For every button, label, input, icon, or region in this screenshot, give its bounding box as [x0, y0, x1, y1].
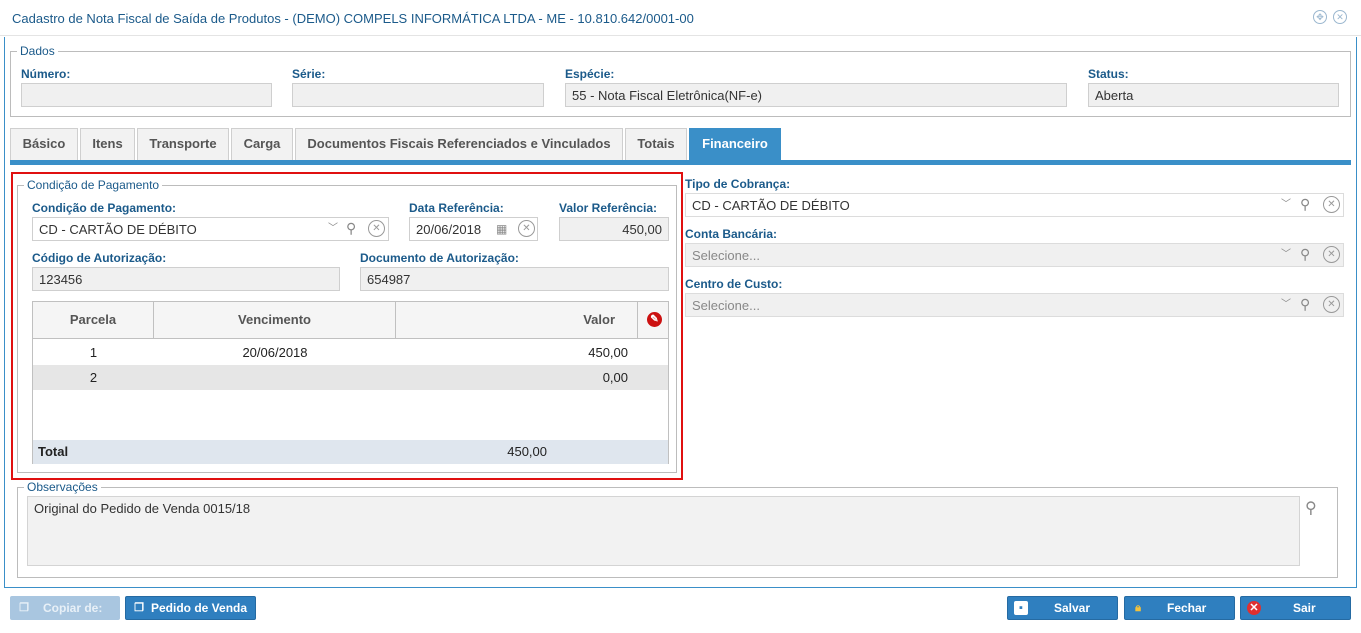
cod-aut-label: Código de Autorização:: [32, 251, 167, 265]
floppy-icon: ▪: [1014, 601, 1028, 615]
tab-itens[interactable]: Itens: [80, 128, 135, 160]
condicao-label: Condição de Pagamento:: [32, 201, 177, 215]
tab-basico[interactable]: Básico: [10, 128, 78, 160]
row-valor: 0,00: [602, 370, 628, 385]
tab-underline: [10, 160, 1351, 165]
close-button[interactable]: 🔒︎ Fechar: [1124, 596, 1235, 620]
tab-totais[interactable]: Totais: [625, 128, 687, 160]
chevron-down-icon[interactable]: ﹀: [1281, 246, 1291, 264]
search-icon[interactable]: ⚲: [346, 219, 356, 237]
exit-button[interactable]: ✕ Sair: [1240, 596, 1351, 620]
numero-field[interactable]: [21, 83, 272, 107]
search-icon[interactable]: ⚲: [1305, 500, 1317, 518]
data-ref-label: Data Referência:: [409, 201, 504, 215]
conta-placeholder: Selecione...: [692, 248, 760, 263]
table-row[interactable]: 2 0,00: [33, 365, 668, 390]
valor-ref-field[interactable]: 450,00: [559, 217, 669, 241]
observacoes-textarea[interactable]: Original do Pedido de Venda 0015/18: [27, 496, 1300, 566]
chevron-down-icon[interactable]: ﹀: [1281, 196, 1291, 214]
search-icon[interactable]: ⚲: [1300, 295, 1310, 313]
edit-col: ✎: [638, 302, 668, 338]
conta-bancaria-select[interactable]: Selecione...: [685, 243, 1344, 267]
doc-aut-field[interactable]: 654987: [360, 267, 669, 291]
chevron-down-icon[interactable]: ﹀: [328, 220, 338, 238]
grid-total-row: Total 450,00: [33, 440, 668, 464]
clear-icon[interactable]: ✕: [1323, 246, 1340, 263]
centro-placeholder: Selecione...: [692, 298, 760, 313]
grid-header: Parcela Vencimento Valor ✎: [33, 302, 668, 339]
table-row[interactable]: 1 20/06/2018 450,00: [33, 340, 668, 365]
document-icon: ❐: [134, 602, 144, 614]
tab-financeiro[interactable]: Financeiro: [689, 128, 781, 160]
close-label: Fechar: [1167, 601, 1207, 615]
col-parcela[interactable]: Parcela: [33, 302, 154, 338]
especie-label: Espécie:: [565, 67, 615, 81]
row-parcela: 2: [89, 370, 98, 385]
row-parcela: 1: [89, 345, 98, 360]
centro-custo-label: Centro de Custo:: [685, 277, 783, 291]
observacoes-legend: Observações: [27, 480, 98, 494]
tipo-cobranca-label: Tipo de Cobrança:: [685, 177, 791, 191]
especie-field[interactable]: 55 - Nota Fiscal Eletrônica(NF-e): [565, 83, 1067, 107]
search-icon[interactable]: ⚲: [1300, 245, 1310, 263]
row-valor: 450,00: [588, 345, 628, 360]
tipo-cobranca-select[interactable]: CD - CARTÃO DE DÉBITO: [685, 193, 1344, 217]
pedido-label: Pedido de Venda: [151, 601, 248, 615]
total-label: Total: [38, 444, 69, 459]
clear-icon[interactable]: ✕: [368, 220, 385, 237]
exit-icon: ✕: [1247, 601, 1261, 615]
save-label: Salvar: [1054, 601, 1091, 615]
cod-aut-field[interactable]: 123456: [32, 267, 340, 291]
status-field[interactable]: Aberta: [1088, 83, 1339, 107]
copiar-label: Copiar de:: [43, 601, 103, 615]
lock-icon: 🔒︎: [1135, 602, 1141, 614]
tab-documentos[interactable]: Documentos Fiscais Referenciados e Vincu…: [295, 128, 623, 160]
move-icon[interactable]: ✥: [1313, 10, 1327, 24]
pedido-venda-button[interactable]: ❐ Pedido de Venda: [125, 596, 256, 620]
clear-date-icon[interactable]: ✕: [518, 220, 535, 237]
tab-carga[interactable]: Carga: [231, 128, 293, 160]
tab-transporte[interactable]: Transporte: [137, 128, 229, 160]
centro-custo-select[interactable]: Selecione...: [685, 293, 1344, 317]
close-icon[interactable]: ✕: [1333, 10, 1347, 24]
clear-icon[interactable]: ✕: [1323, 296, 1340, 313]
window-title: Cadastro de Nota Fiscal de Saída de Prod…: [12, 11, 694, 26]
save-button[interactable]: ▪ Salvar: [1007, 596, 1118, 620]
row-vencimento: 20/06/2018: [242, 345, 308, 360]
total-value: 450,00: [507, 444, 547, 459]
numero-label: Número:: [21, 67, 71, 81]
condicao-legend: Condição de Pagamento: [27, 178, 160, 192]
valor-ref-label: Valor Referência:: [559, 201, 658, 215]
clear-icon[interactable]: ✕: [1323, 196, 1340, 213]
exit-label: Sair: [1293, 601, 1316, 615]
edit-icon[interactable]: ✎: [647, 312, 662, 327]
doc-aut-label: Documento de Autorização:: [360, 251, 519, 265]
parcelas-grid: Parcela Vencimento Valor ✎ 1 20/06/2018 …: [32, 301, 669, 464]
search-icon[interactable]: ⚲: [1300, 195, 1310, 213]
dados-legend: Dados: [20, 44, 55, 58]
status-label: Status:: [1088, 67, 1129, 81]
col-vencimento[interactable]: Vencimento: [154, 302, 396, 338]
conta-bancaria-label: Conta Bancária:: [685, 227, 778, 241]
copiar-button[interactable]: ❐ Copiar de:: [10, 596, 120, 620]
copy-icon: ❐: [19, 602, 29, 614]
serie-field[interactable]: [292, 83, 544, 107]
serie-label: Série:: [292, 67, 326, 81]
title-bar: Cadastro de Nota Fiscal de Saída de Prod…: [0, 0, 1361, 36]
calendar-icon[interactable]: ▦: [496, 220, 507, 238]
chevron-down-icon[interactable]: ﹀: [1281, 296, 1291, 314]
col-valor[interactable]: Valor: [396, 302, 638, 338]
